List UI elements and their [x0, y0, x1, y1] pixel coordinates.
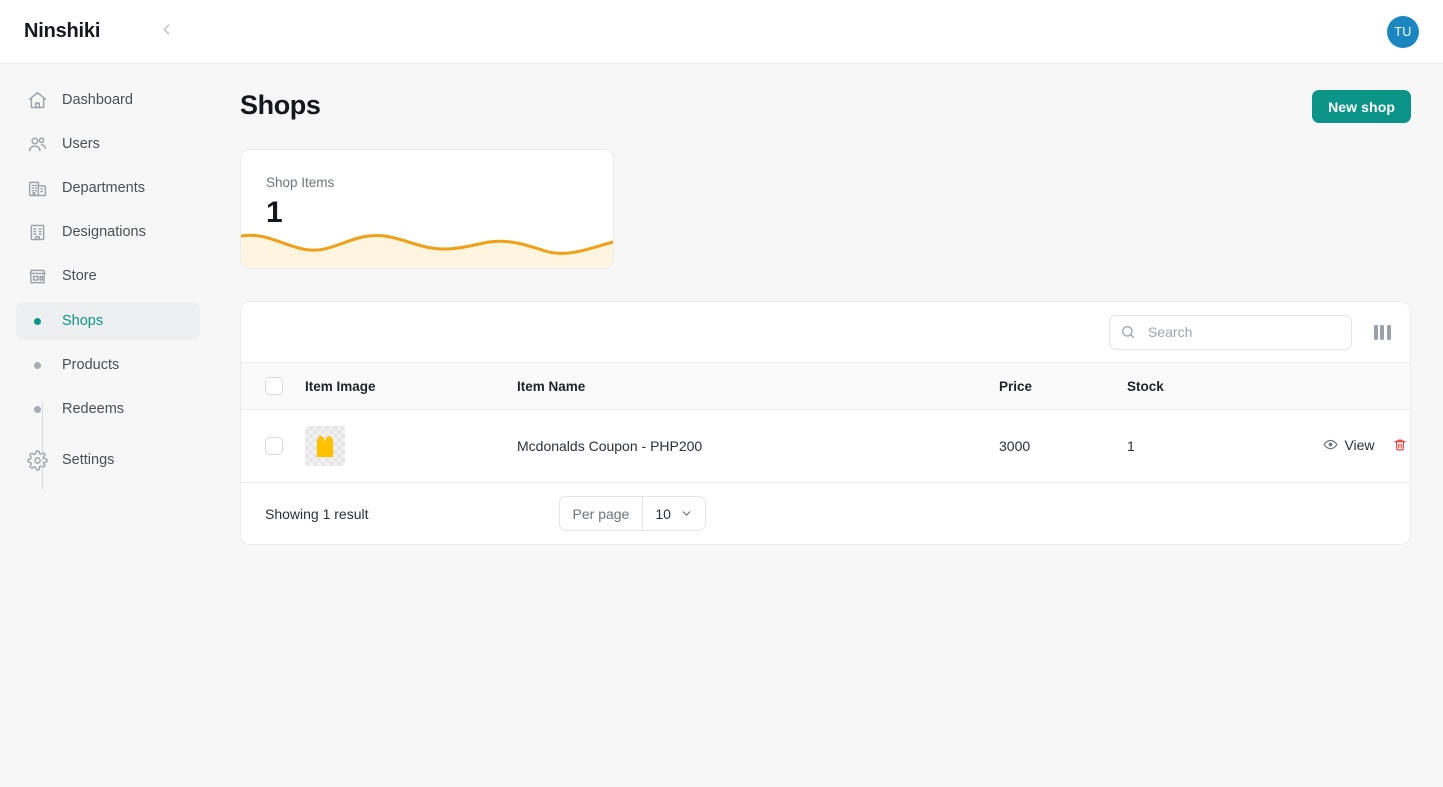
- sidebar-item-users[interactable]: Users: [16, 126, 200, 162]
- avatar[interactable]: TU: [1387, 15, 1419, 48]
- mcdonalds-logo-icon[interactable]: [305, 426, 345, 466]
- app-root: Ninshiki TU Dashboard Users Departments …: [0, 0, 1443, 787]
- building-icon: [26, 221, 48, 243]
- sidebar-item-label: Dashboard: [62, 92, 133, 108]
- table-footer: Showing 1 result Per page 10: [241, 483, 1410, 544]
- column-header-item-name[interactable]: Item Name: [517, 363, 999, 410]
- sidebar-item-label: Departments: [62, 180, 146, 196]
- top-bar: Ninshiki TU: [0, 0, 1443, 64]
- sidebar-item-label: Store: [62, 268, 97, 284]
- new-shop-button[interactable]: New shop: [1312, 90, 1411, 123]
- select-all-header: [241, 363, 305, 410]
- row-image-cell: [305, 409, 517, 483]
- table-head: Item Image Item Name Price Stock: [241, 363, 1410, 410]
- sub-nav-connector: [42, 402, 43, 490]
- table-row[interactable]: Mcdonalds Coupon - PHP200 3000 1 View: [241, 409, 1410, 483]
- main-content: Shops New shop Shop Items 1 Search Item …: [216, 64, 1443, 787]
- sparkline-chart: [241, 222, 613, 268]
- column-header-price[interactable]: Price: [999, 363, 1127, 410]
- row-actions-cell: View Delete: [1267, 409, 1410, 483]
- search-input[interactable]: [1109, 314, 1352, 350]
- column-header-actions: [1267, 363, 1410, 410]
- columns-icon[interactable]: [1368, 318, 1396, 346]
- sidebar-item-label: Users: [62, 136, 100, 152]
- stat-card-shop-items: Shop Items 1: [240, 149, 614, 269]
- sidebar-item-redeems[interactable]: Redeems: [16, 390, 200, 428]
- sidebar-item-products[interactable]: Products: [16, 346, 200, 384]
- shops-table: Item Image Item Name Price Stock Mcdonal…: [241, 363, 1410, 483]
- table-toolbar: [241, 302, 1410, 363]
- sidebar-item-designations[interactable]: Designations: [16, 214, 200, 250]
- select-all-checkbox[interactable]: [265, 377, 283, 395]
- view-button[interactable]: View: [1323, 436, 1375, 453]
- row-item-stock: 1: [1127, 409, 1267, 483]
- sidebar-item-label: Products: [62, 357, 120, 373]
- body-region: Dashboard Users Departments Designations: [0, 64, 1443, 787]
- sidebar-item-departments[interactable]: Departments: [16, 170, 200, 206]
- store-icon: [26, 265, 48, 287]
- buildings-icon: [26, 177, 48, 199]
- page-header: Shops New shop: [240, 90, 1411, 123]
- search-icon: [1120, 324, 1136, 340]
- row-item-price: 3000: [999, 409, 1127, 483]
- trash-icon: [1393, 438, 1407, 452]
- per-page-select[interactable]: 10: [643, 497, 705, 530]
- per-page-control[interactable]: Per page 10: [558, 496, 706, 531]
- sidebar-item-store[interactable]: Store: [16, 258, 200, 294]
- row-select-cell: [241, 409, 305, 483]
- bullet-dot-icon: [26, 361, 48, 369]
- gear-icon: [26, 449, 48, 471]
- shops-table-card: Item Image Item Name Price Stock: [240, 301, 1411, 545]
- bullet-dot-icon: [26, 317, 48, 325]
- column-header-item-image[interactable]: Item Image: [305, 363, 517, 410]
- chevron-left-icon: [158, 21, 175, 43]
- avatar-initials: TU: [1394, 24, 1412, 39]
- sidebar-item-label: Redeems: [62, 401, 125, 417]
- chevron-down-icon: [680, 507, 693, 520]
- table-body: Mcdonalds Coupon - PHP200 3000 1 View: [241, 409, 1410, 483]
- per-page-value: 10: [655, 505, 671, 522]
- sidebar-item-label: Designations: [62, 224, 146, 240]
- users-icon: [26, 133, 48, 155]
- sidebar-item-label: Shops: [62, 313, 104, 329]
- sidebar-collapse-button[interactable]: [152, 18, 180, 46]
- sidebar-item-shops[interactable]: Shops: [16, 302, 200, 340]
- sidebar-item-label: Settings: [62, 452, 115, 468]
- row-checkbox[interactable]: [265, 437, 283, 455]
- per-page-label: Per page: [560, 497, 644, 530]
- row-item-name: Mcdonalds Coupon - PHP200: [517, 409, 999, 483]
- app-brand: Ninshiki: [24, 20, 101, 42]
- sidebar-item-dashboard[interactable]: Dashboard: [16, 82, 200, 118]
- table-header-row: Item Image Item Name Price Stock: [241, 363, 1410, 410]
- page-title: Shops: [240, 90, 321, 120]
- search-box: [1109, 314, 1352, 350]
- showing-results-text: Showing 1 result: [265, 505, 369, 522]
- delete-button[interactable]: Delete: [1393, 437, 1410, 453]
- home-icon: [26, 89, 48, 111]
- eye-icon: [1323, 437, 1339, 452]
- bullet-dot-icon: [26, 405, 48, 413]
- sidebar-item-settings[interactable]: Settings: [16, 442, 200, 478]
- sidebar: Dashboard Users Departments Designations: [0, 64, 216, 787]
- column-header-stock[interactable]: Stock: [1127, 363, 1267, 410]
- stat-card-label: Shop Items: [266, 175, 335, 190]
- view-label: View: [1344, 436, 1375, 453]
